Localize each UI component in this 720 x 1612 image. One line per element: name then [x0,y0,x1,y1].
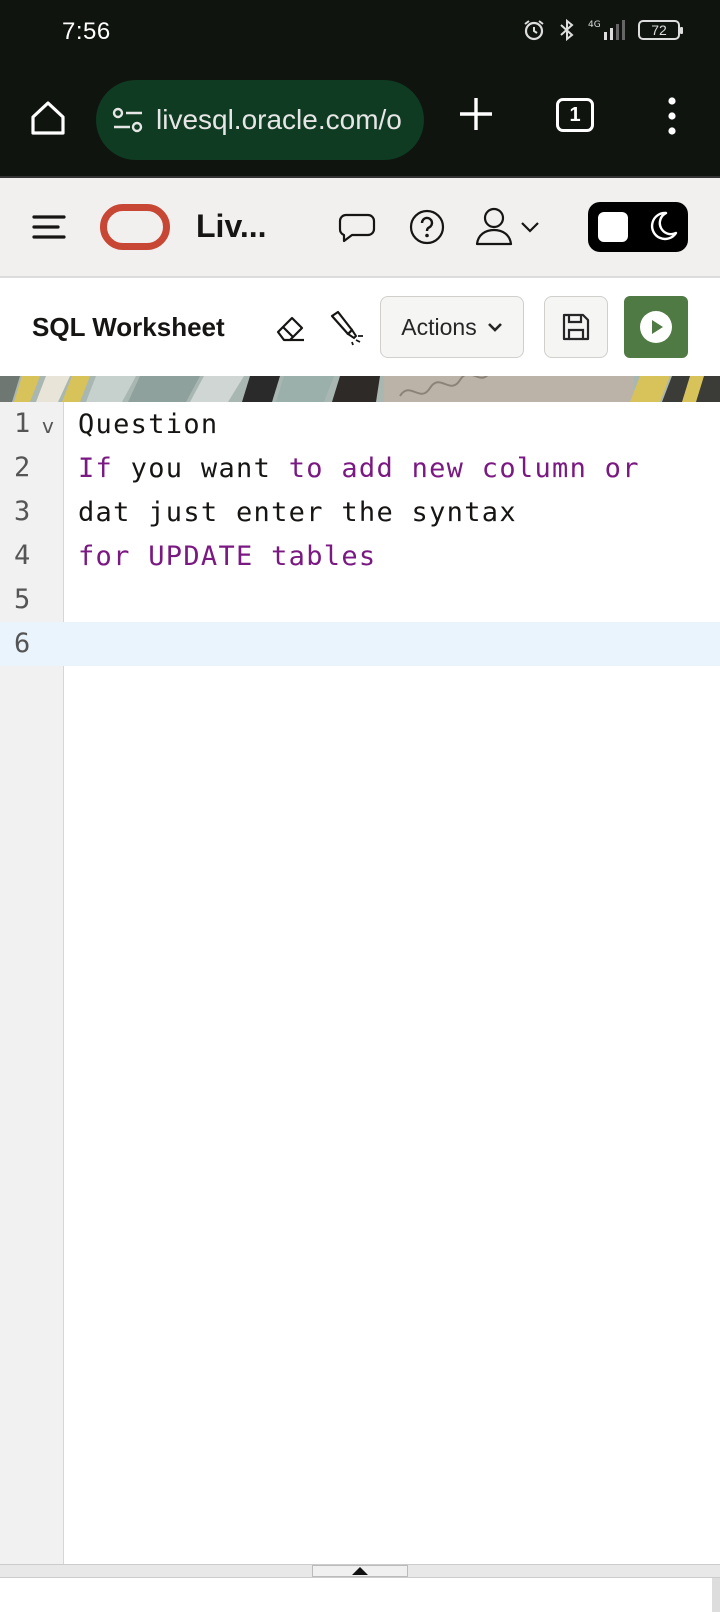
status-time: 7:56 [62,18,111,45]
hamburger-menu-icon[interactable] [32,212,68,242]
line-number: 4 [14,540,31,571]
actions-dropdown[interactable]: Actions [380,296,524,358]
save-button[interactable] [544,296,608,358]
chevron-down-icon[interactable] [520,220,540,234]
bluetooth-icon [560,18,574,42]
panel-splitter[interactable] [0,1564,720,1578]
site-settings-icon[interactable] [112,106,144,134]
line-number: 3 [14,496,31,527]
feedback-icon[interactable] [338,212,376,244]
line-text: Question [78,409,219,440]
actions-label: Actions [401,313,477,340]
keyword-token: If [78,453,114,484]
code-line[interactable]: 5 [0,578,720,622]
play-icon [640,311,672,343]
url-text: livesql.oracle.com/o [156,104,402,135]
svg-text:4G: 4G [588,20,601,30]
line-text: If you want to add new column or [78,453,640,484]
more-menu-icon[interactable] [660,94,684,138]
help-icon[interactable] [408,208,446,246]
decorative-banner [0,376,720,402]
scrollbar[interactable] [712,1578,720,1612]
system-status-bar: 7:56 4G 72 [0,0,720,64]
code-line[interactable]: 4 for UPDATE tables [0,534,720,578]
flashlight-icon[interactable] [328,310,364,346]
signal-icon: 4G [588,20,625,40]
moon-icon [650,211,678,241]
fold-chevron-icon[interactable]: v [42,414,54,438]
browser-toolbar: livesql.oracle.com/o 1 [0,64,720,178]
plain-token: you want [113,453,289,484]
status-icons: 4G 72 [522,18,683,42]
splitter-handle[interactable] [312,1565,408,1577]
battery-indicator: 72 [638,20,683,40]
chevron-up-icon [352,1567,368,1575]
eraser-icon[interactable] [272,310,308,346]
line-number: 6 [14,628,31,659]
oracle-logo[interactable] [100,204,170,250]
code-line[interactable]: 3 dat just enter the syntax [0,490,720,534]
toggle-knob [598,212,628,242]
code-line[interactable]: 1 v Question [0,402,720,446]
alarm-icon [524,20,544,41]
new-tab-icon[interactable] [456,94,496,134]
line-text: for UPDATE tables [78,541,377,572]
save-icon [562,313,590,341]
run-button[interactable] [624,296,688,358]
line-number: 2 [14,452,31,483]
line-number: 1 [14,408,31,439]
code-line-active[interactable]: 6 [0,622,720,666]
theme-toggle[interactable] [588,202,688,252]
chevron-down-icon [487,323,502,332]
home-icon[interactable] [28,98,68,138]
app-title: Liv... [196,208,267,244]
worksheet-toolbar: SQL Worksheet Actions [0,280,720,376]
results-panel [0,1578,720,1612]
worksheet-title: SQL Worksheet [32,312,225,342]
line-text: dat just enter the syntax [78,497,517,528]
user-icon[interactable] [474,206,514,246]
tab-switcher-button[interactable]: 1 [556,98,594,132]
address-bar[interactable]: livesql.oracle.com/o [96,80,424,160]
code-line[interactable]: 2 If you want to add new column or [0,446,720,490]
app-header: Liv... [0,178,720,278]
code-editor[interactable]: 1 v Question 2 If you want to add new co… [0,402,720,1564]
keyword-token: to add new column or [288,453,640,484]
line-number: 5 [14,584,31,615]
